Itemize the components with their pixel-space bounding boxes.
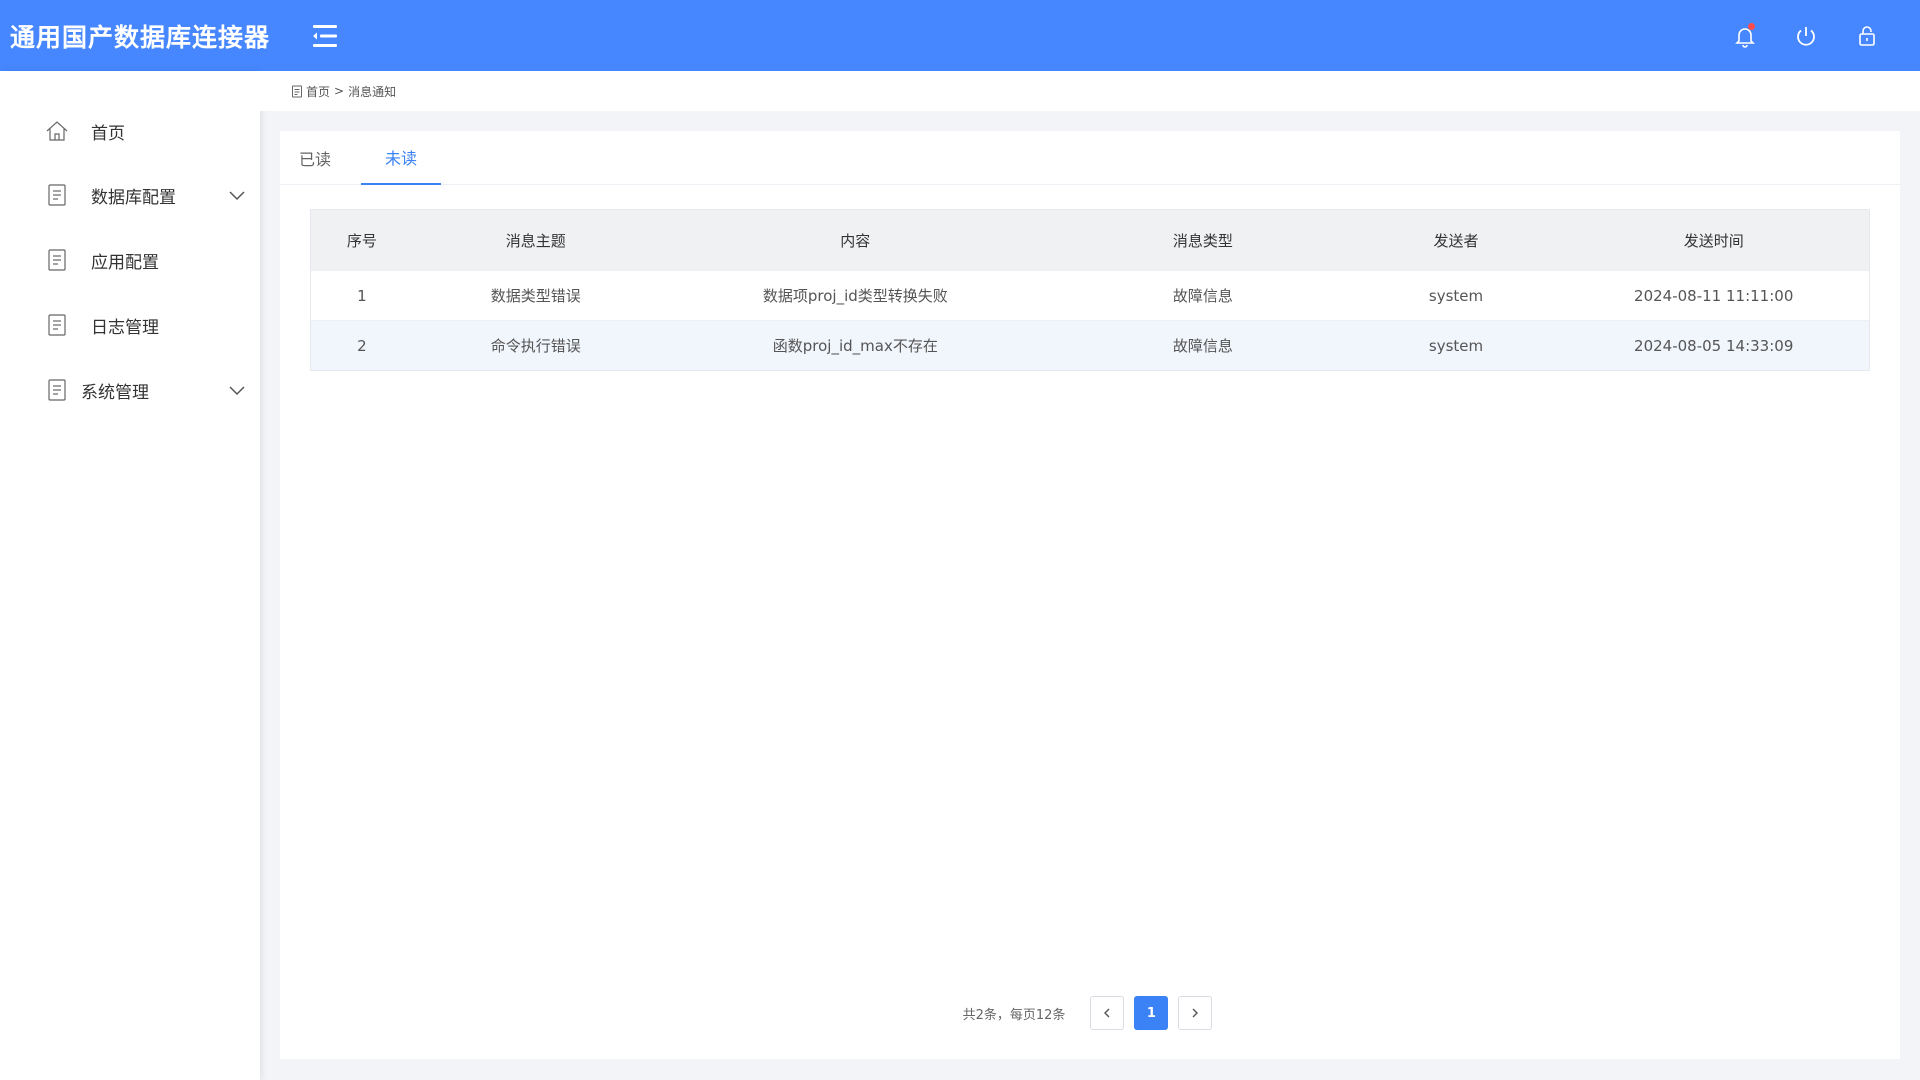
- document-icon: [48, 379, 66, 401]
- sidebar-item-log-management[interactable]: 日志管理: [0, 303, 260, 347]
- table-cell: 2024-08-05 14:33:09: [1634, 336, 1794, 355]
- table-cell: 数据项proj_id类型转换失败: [762, 287, 948, 305]
- table-cell: 命令执行错误: [490, 337, 581, 355]
- table-cell: system: [1428, 286, 1484, 305]
- notification-button[interactable]: [1731, 22, 1758, 49]
- breadcrumb: 首页 > 消息通知: [260, 71, 1920, 111]
- chevron-down-icon: [229, 191, 245, 201]
- sidebar-item-system-management[interactable]: 系统管理: [0, 368, 260, 412]
- lock-button[interactable]: [1853, 22, 1880, 49]
- sidebar-item-app-config[interactable]: 应用配置: [0, 238, 260, 282]
- column-header: 内容: [840, 231, 871, 250]
- table-cell: 2024-08-11 11:11:00: [1634, 286, 1794, 305]
- message-panel: 已读 未读 序号 消息主题 内容 消息类型 发送者 发送时间 1 数据类型错误 …: [280, 131, 1900, 1059]
- table-row[interactable]: 2 命令执行错误 函数proj_id_max不存在 故障信息 system 20…: [311, 320, 1869, 370]
- sidebar-item-label: 数据库配置: [91, 187, 176, 208]
- table-cell: 函数proj_id_max不存在: [772, 337, 938, 355]
- prev-page-button[interactable]: [1090, 996, 1125, 1030]
- sidebar-item-home[interactable]: 首页: [0, 109, 260, 153]
- table-cell: 1: [357, 286, 367, 305]
- chevron-down-icon: [229, 386, 245, 396]
- table-row[interactable]: 1 数据类型错误 数据项proj_id类型转换失败 故障信息 system 20…: [311, 270, 1869, 320]
- table-cell: 2: [357, 336, 367, 355]
- sidebar-item-label: 应用配置: [91, 252, 159, 273]
- menu-collapse-button[interactable]: [310, 21, 340, 51]
- power-icon: [1796, 26, 1815, 46]
- table-cell: 数据类型错误: [490, 287, 581, 305]
- pagination: 共2条，每页12条 1: [280, 995, 1900, 1031]
- tab-read[interactable]: 已读: [286, 131, 344, 185]
- next-page-button[interactable]: [1178, 996, 1213, 1030]
- breadcrumb-current: 消息通知: [348, 84, 397, 99]
- chevron-left-icon: [1104, 1008, 1110, 1018]
- notification-dot: [1748, 23, 1755, 30]
- home-icon: [46, 121, 68, 141]
- message-table: 序号 消息主题 内容 消息类型 发送者 发送时间 1 数据类型错误 数据项pro…: [310, 209, 1870, 371]
- table-cell: 故障信息: [1172, 287, 1233, 305]
- page-number-button[interactable]: 1: [1134, 996, 1169, 1030]
- menu-collapse-icon: [313, 24, 338, 47]
- column-header: 序号: [346, 231, 377, 250]
- sidebar: 首页 数据库配置 应用配置 日志管理 系统管理: [0, 71, 260, 1080]
- lock-icon: [1858, 25, 1875, 46]
- column-header: 发送者: [1433, 231, 1479, 250]
- column-header: 消息类型: [1172, 231, 1233, 250]
- table-header: 序号 消息主题 内容 消息类型 发送者 发送时间: [311, 210, 1869, 270]
- column-header: 消息主题: [505, 231, 566, 250]
- chevron-right-icon: [1192, 1008, 1199, 1018]
- sidebar-item-database-config[interactable]: 数据库配置: [0, 173, 260, 217]
- message-tabs: 已读 未读: [280, 131, 1900, 185]
- document-icon: [48, 314, 66, 336]
- power-button[interactable]: [1792, 22, 1819, 49]
- app-title: 通用国产数据库连接器: [10, 22, 271, 52]
- pagination-summary: 共2条，每页12条: [962, 1007, 1066, 1023]
- breadcrumb-separator: >: [334, 84, 345, 98]
- sidebar-item-label: 首页: [91, 123, 125, 144]
- sidebar-item-label: 系统管理: [81, 382, 149, 403]
- document-icon: [48, 184, 66, 206]
- sidebar-item-label: 日志管理: [91, 317, 159, 338]
- table-cell: 故障信息: [1172, 337, 1233, 355]
- tab-unread[interactable]: 未读: [361, 131, 441, 185]
- document-icon: [48, 249, 66, 271]
- column-header: 发送时间: [1683, 231, 1744, 250]
- table-cell: system: [1428, 336, 1484, 355]
- document-icon: [292, 85, 302, 97]
- top-header: 通用国产数据库连接器: [0, 0, 1920, 71]
- breadcrumb-home-link[interactable]: 首页: [306, 83, 330, 100]
